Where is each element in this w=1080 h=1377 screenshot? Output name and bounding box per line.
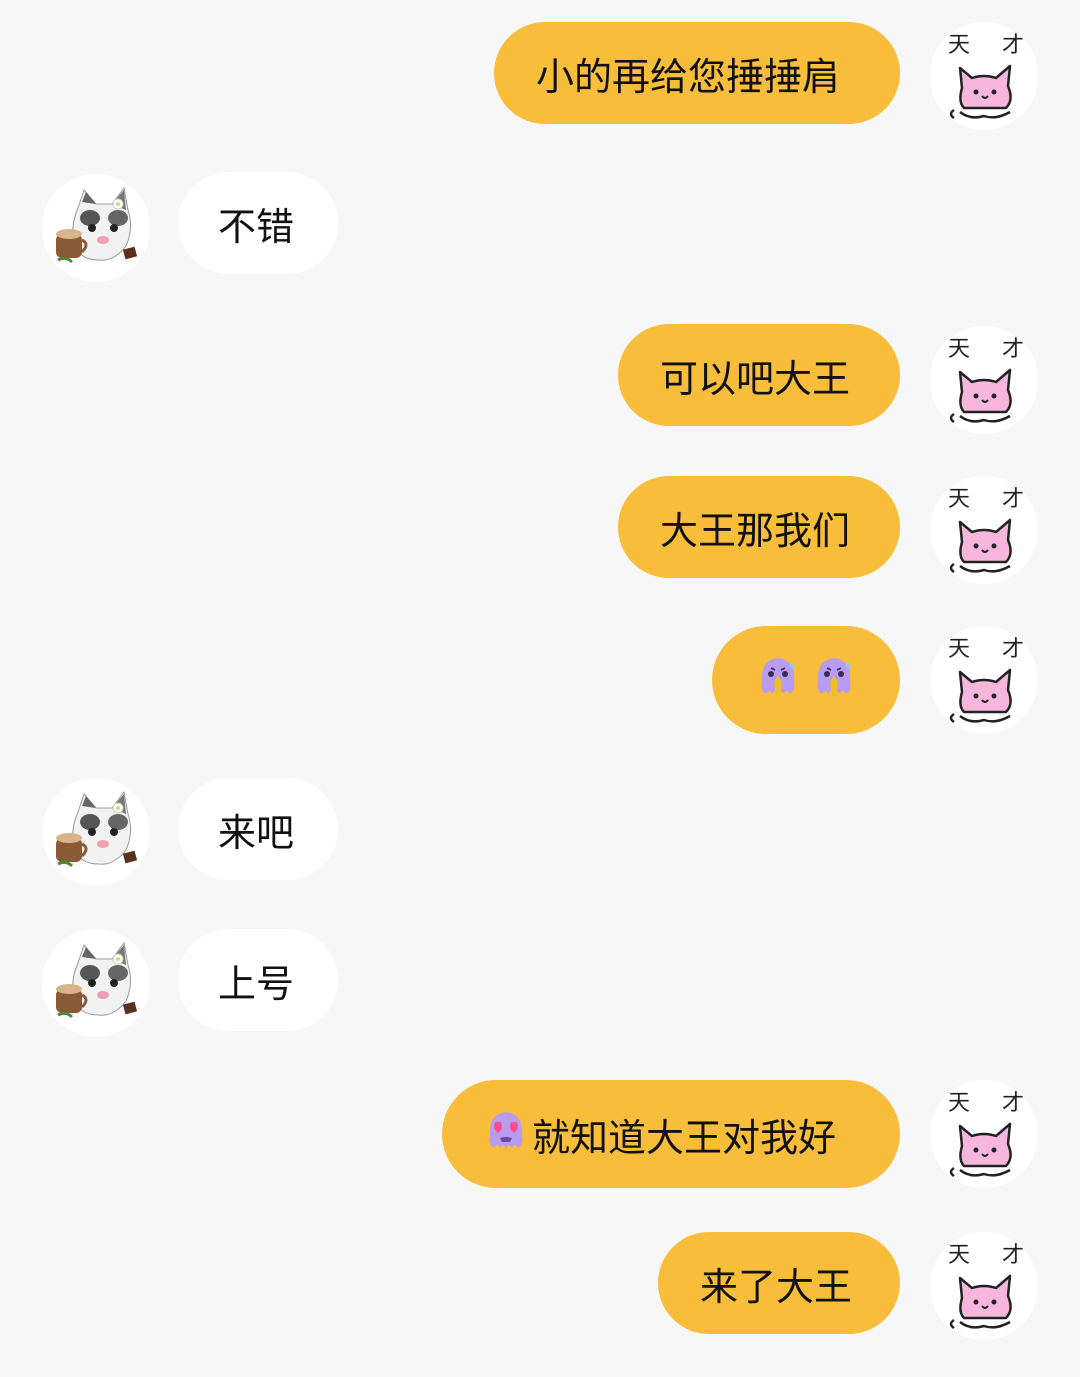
svg-text:才: 才: [1002, 1091, 1024, 1116]
chat-conversation: 小的再给您捶捶肩 天 才 不错 可以吧大王 天 才 大王那我们 天 才 天 才 …: [0, 0, 1080, 1377]
outgoing-emoji-bubble[interactable]: [712, 626, 900, 734]
message-text: 可以吧大王: [660, 356, 851, 401]
message-row-incoming: 上号: [0, 929, 1080, 1037]
incoming-message-bubble[interactable]: 来吧: [178, 778, 338, 880]
incoming-message-bubble[interactable]: 不错: [178, 172, 338, 274]
message-text: 就知道大王对我好: [532, 1115, 837, 1160]
outgoing-message-bubble[interactable]: 可以吧大王: [618, 324, 900, 426]
pink-cat-avatar-icon[interactable]: 天 才: [930, 326, 1038, 434]
pink-cat-avatar-icon[interactable]: 天 才: [930, 626, 1038, 734]
octopus-sweat-icon: [754, 652, 802, 709]
outgoing-message-bubble[interactable]: 小的再给您捶捶肩: [494, 22, 900, 124]
outgoing-message-bubble[interactable]: 就知道大王对我好: [442, 1080, 900, 1188]
message-text: 上号: [218, 961, 295, 1006]
kitten-coffee-avatar-icon[interactable]: [42, 778, 150, 886]
message-text: 来吧: [218, 810, 295, 855]
svg-text:才: 才: [1002, 337, 1024, 362]
incoming-message-bubble[interactable]: 上号: [178, 929, 338, 1031]
message-text: 小的再给您捶捶肩: [536, 54, 841, 99]
octopus-heart-eyes-icon: [482, 1106, 530, 1163]
avatar-caption-char-1: 天: [948, 33, 970, 58]
svg-text:天: 天: [948, 637, 970, 662]
message-row-incoming: 不错: [0, 172, 1080, 282]
message-text: 大王那我们: [660, 508, 851, 553]
message-row-outgoing: 来了大王 天 才: [0, 1232, 1080, 1340]
avatar-caption-char-2: 才: [1002, 33, 1024, 58]
svg-text:天: 天: [948, 1243, 970, 1268]
pink-cat-avatar-icon[interactable]: 天 才: [930, 22, 1038, 130]
outgoing-message-bubble[interactable]: 来了大王: [658, 1232, 900, 1334]
pink-cat-avatar-icon[interactable]: 天 才: [930, 1232, 1038, 1340]
pink-cat-avatar-icon[interactable]: 天 才: [930, 476, 1038, 584]
message-row-outgoing: 大王那我们 天 才: [0, 476, 1080, 584]
svg-text:才: 才: [1002, 1243, 1024, 1268]
message-row-incoming: 来吧: [0, 778, 1080, 886]
message-row-outgoing: 就知道大王对我好 天 才: [0, 1080, 1080, 1190]
svg-text:天: 天: [948, 337, 970, 362]
outgoing-message-bubble[interactable]: 大王那我们: [618, 476, 900, 578]
octopus-sweat-icon: [810, 652, 858, 709]
svg-text:天: 天: [948, 487, 970, 512]
message-text: 不错: [218, 204, 295, 249]
kitten-coffee-avatar-icon[interactable]: [42, 929, 150, 1037]
message-row-outgoing: 天 才: [0, 626, 1080, 738]
message-text: 来了大王: [700, 1264, 853, 1309]
message-row-outgoing: 可以吧大王 天 才: [0, 324, 1080, 434]
svg-text:才: 才: [1002, 487, 1024, 512]
message-row-outgoing: 小的再给您捶捶肩 天 才: [0, 22, 1080, 130]
svg-text:才: 才: [1002, 637, 1024, 662]
pink-cat-avatar-icon[interactable]: 天 才: [930, 1080, 1038, 1188]
kitten-coffee-avatar-icon[interactable]: [42, 174, 150, 282]
svg-text:天: 天: [948, 1091, 970, 1116]
